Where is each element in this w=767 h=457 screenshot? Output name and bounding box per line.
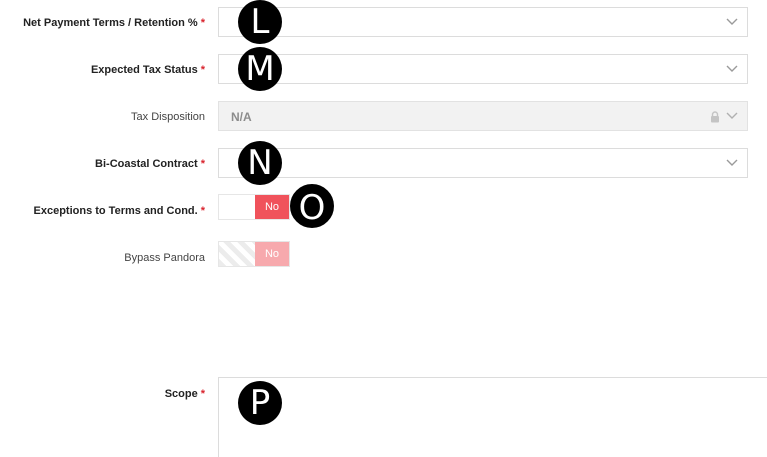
expected-tax-status-select[interactable]	[218, 54, 748, 84]
required-asterisk: *	[200, 17, 205, 29]
exceptions-terms-label: Exceptions to Terms and Cond. *	[33, 205, 206, 217]
scope-label: Scope *	[164, 388, 205, 400]
marker-m: M	[238, 47, 282, 91]
toggle-knob	[219, 242, 255, 266]
marker-o: O	[290, 184, 334, 228]
chevron-down-icon	[726, 18, 738, 25]
bypass-pandora-toggle: No	[218, 241, 290, 267]
required-asterisk: *	[200, 388, 205, 400]
toggle-knob	[219, 195, 255, 219]
tax-disposition-select: N/A	[218, 101, 748, 131]
net-payment-terms-label: Net Payment Terms / Retention % *	[23, 17, 205, 29]
tax-disposition-label: Tax Disposition	[131, 111, 205, 123]
exceptions-terms-toggle[interactable]: No	[218, 194, 290, 220]
marker-l: L	[238, 0, 282, 44]
scope-textarea[interactable]	[218, 377, 767, 457]
net-payment-terms-select[interactable]	[218, 7, 748, 37]
required-asterisk: *	[200, 205, 205, 217]
required-asterisk: *	[200, 64, 205, 76]
marker-n: N	[238, 141, 282, 185]
marker-p: P	[238, 381, 282, 425]
required-asterisk: *	[200, 158, 205, 170]
lock-icon	[711, 111, 719, 123]
chevron-down-icon	[726, 112, 738, 119]
bypass-pandora-label: Bypass Pandora	[124, 252, 205, 264]
toggle-state-no: No	[255, 195, 289, 219]
chevron-down-icon	[726, 65, 738, 72]
expected-tax-status-label: Expected Tax Status *	[90, 64, 205, 76]
bi-coastal-contract-select[interactable]	[218, 148, 748, 178]
tax-disposition-value: N/A	[231, 110, 252, 124]
chevron-down-icon	[726, 159, 738, 166]
toggle-state-no: No	[255, 242, 289, 266]
bi-coastal-contract-label: Bi-Coastal Contract *	[95, 158, 205, 170]
